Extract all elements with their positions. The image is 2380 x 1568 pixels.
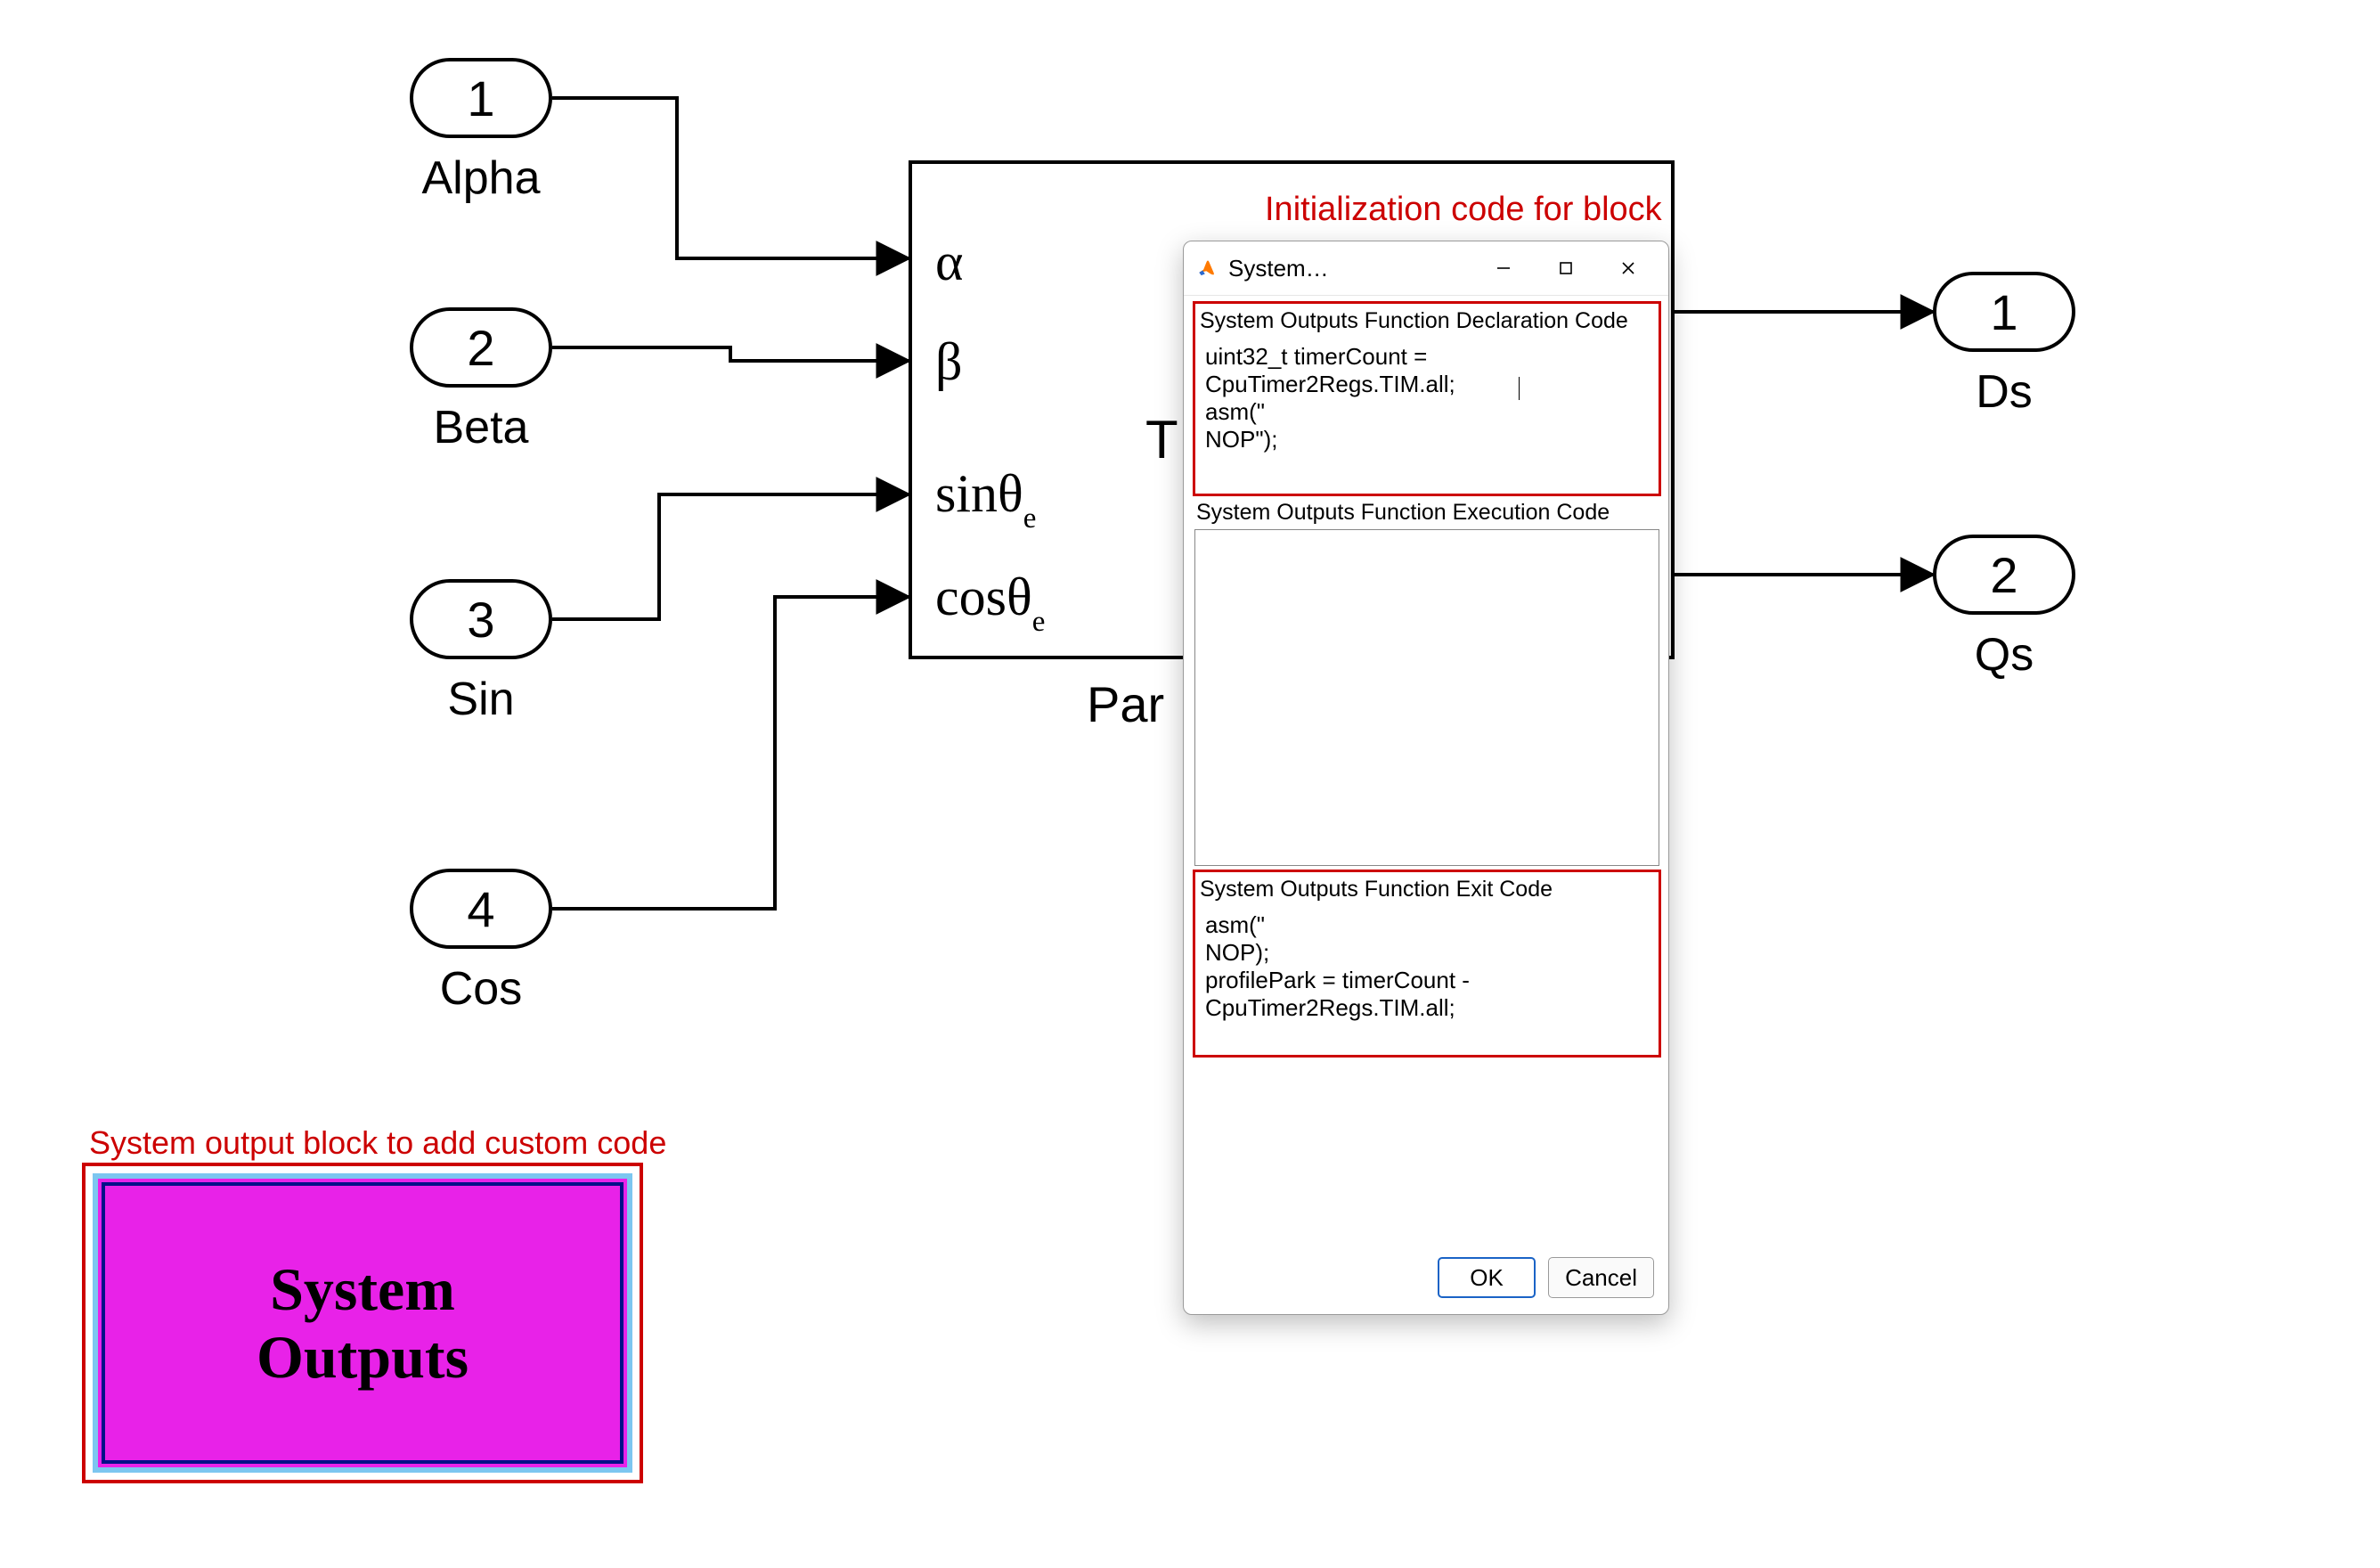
system-outputs-caption: System output block to add custom code [89,1124,666,1162]
cancel-button[interactable]: Cancel [1548,1257,1654,1298]
matlab-icon [1196,257,1219,280]
outport-1[interactable]: 1 [1933,272,2075,352]
declaration-code-group: System Outputs Function Declaration Code… [1194,303,1659,494]
park-in-cos: cosθe [935,570,1045,633]
exit-code-group: System Outputs Function Exit Code asm(" … [1194,871,1659,1056]
outport-2-number: 2 [1990,546,2017,604]
simulink-canvas[interactable]: 1 Alpha 2 Beta 3 Sin 4 Cos α β sinθe cos… [0,0,2380,1568]
execution-code-textarea[interactable] [1194,529,1659,866]
inport-3[interactable]: 3 [410,579,552,659]
system-outputs-text: System Outputs [257,1255,469,1391]
ok-button[interactable]: OK [1438,1257,1536,1298]
inport-2-number: 2 [467,319,494,377]
execution-code-label: System Outputs Function Execution Code [1196,500,1659,526]
inport-1[interactable]: 1 [410,58,552,138]
declaration-code-label: System Outputs Function Declaration Code [1200,308,1656,334]
outport-2[interactable]: 2 [1933,535,2075,615]
park-in-sin: sinθe [935,467,1036,529]
exit-code-textarea[interactable]: asm(" NOP); profilePark = timerCount - C… [1198,906,1656,1049]
trailing-blank-group [1194,1061,1659,1230]
dialog-title: System… [1228,255,1329,282]
inport-2-label: Beta [410,401,552,454]
exit-code-label: System Outputs Function Exit Code [1200,877,1656,902]
park-center-text: T [1145,413,1178,467]
inport-4-number: 4 [467,880,494,938]
park-in-alpha: α [935,235,963,289]
annotation-init-code: Initialization code for block [1265,191,1662,229]
park-in-beta: β [935,335,963,388]
system-outputs-dialog[interactable]: System… System Outputs Function Declarat… [1183,241,1669,1315]
window-close-button[interactable] [1597,247,1659,290]
outport-1-number: 1 [1990,283,2017,341]
outport-1-label: Ds [1933,365,2075,419]
park-block-label: Par [1087,675,1164,733]
inport-3-number: 3 [467,591,494,649]
text-caret [1519,377,1520,400]
execution-code-group: System Outputs Function Execution Code [1194,500,1659,866]
inport-2[interactable]: 2 [410,307,552,388]
inport-1-label: Alpha [410,151,552,205]
declaration-code-textarea[interactable]: uint32_t timerCount = CpuTimer2Regs.TIM.… [1198,338,1656,487]
window-maximize-button[interactable] [1535,247,1597,290]
inport-4-label: Cos [410,962,552,1016]
inport-4[interactable]: 4 [410,869,552,949]
inport-1-number: 1 [467,69,494,127]
dialog-footer: OK Cancel [1184,1245,1668,1314]
dialog-titlebar[interactable]: System… [1184,241,1668,296]
dialog-body: System Outputs Function Declaration Code… [1184,296,1668,1245]
outport-2-label: Qs [1933,628,2075,682]
inport-3-label: Sin [410,673,552,726]
system-outputs-block[interactable]: System Outputs [82,1163,643,1483]
window-minimize-button[interactable] [1472,247,1535,290]
